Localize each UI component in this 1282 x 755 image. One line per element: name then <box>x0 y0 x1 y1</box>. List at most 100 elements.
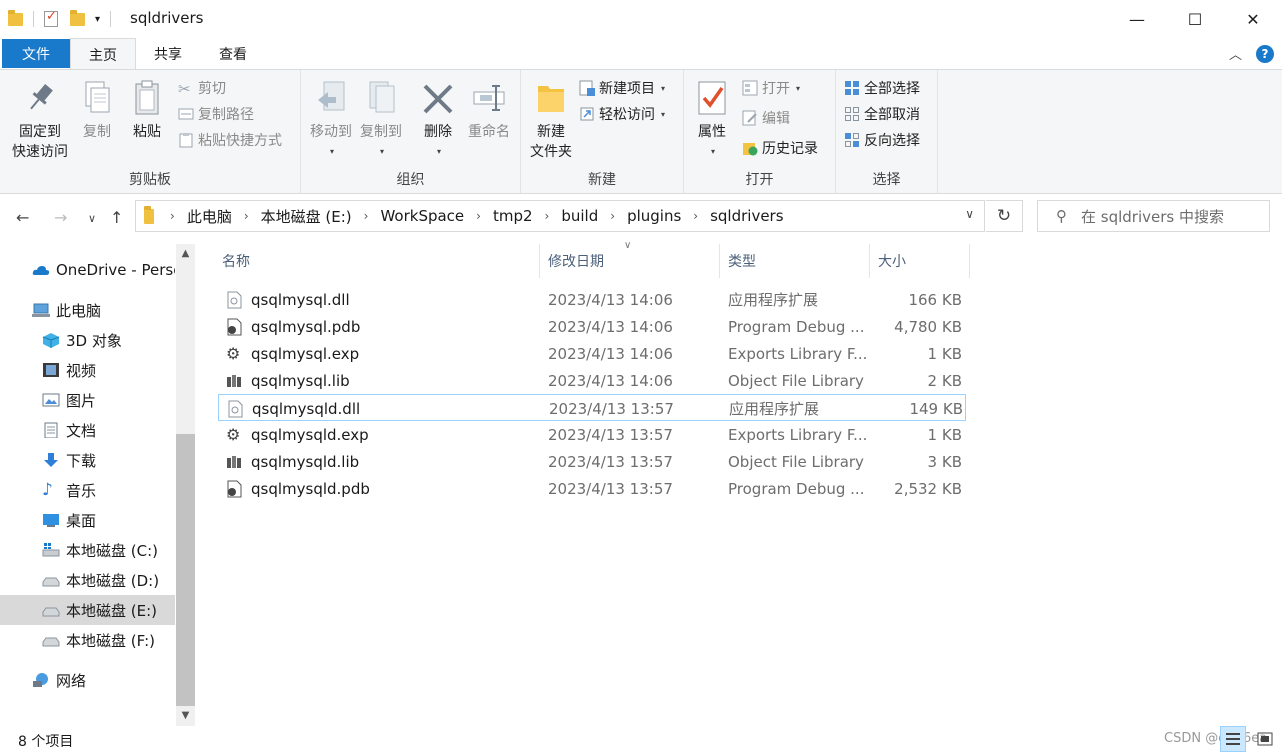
new-folder-button[interactable]: 新建 文件夹 <box>525 78 577 162</box>
help-icon[interactable]: ? <box>1256 44 1274 63</box>
file-type: Exports Library F... <box>728 425 868 444</box>
minimize-button[interactable]: — <box>1108 0 1166 38</box>
delete-button[interactable]: 删除 ▾ <box>413 78 463 162</box>
nav-item-videos[interactable]: 视频 <box>0 355 175 385</box>
open-button[interactable]: 打开 ▾ <box>742 77 800 99</box>
title-bar: ▾ sqldrivers — ☐ ✕ <box>0 0 1282 38</box>
cut-button[interactable]: ✂ 剪切 <box>178 77 226 99</box>
nav-item-onedrive[interactable]: OneDrive - Personal <box>0 255 175 285</box>
nav-item-music[interactable]: ♪ 音乐 <box>0 475 175 505</box>
nav-item-3d-objects[interactable]: 3D 对象 <box>0 325 175 355</box>
breadcrumb-workspace[interactable]: WorkSpace <box>380 207 464 225</box>
table-row[interactable]: qsqlmysqld.lib 2023/4/13 13:57 Object Fi… <box>218 448 966 475</box>
new-folder-icon[interactable] <box>70 9 85 26</box>
address-history-chevron-icon[interactable]: ∨ <box>965 207 974 221</box>
properties-icon[interactable] <box>44 9 58 27</box>
column-header-size[interactable]: 大小 <box>870 244 970 278</box>
file-name: qsqlmysqld.lib <box>251 452 360 471</box>
column-header-name[interactable]: 名称 <box>214 244 540 278</box>
paste-button[interactable]: 粘贴 <box>124 78 170 142</box>
details-view-button[interactable] <box>1220 726 1246 752</box>
maximize-button[interactable]: ☐ <box>1166 0 1224 38</box>
file-type: 应用程序扩展 <box>729 400 820 418</box>
breadcrumb-build[interactable]: build <box>561 207 598 225</box>
select-none-button[interactable]: 全部取消 <box>844 103 920 125</box>
new-item-icon <box>579 80 595 96</box>
easy-access-button[interactable]: 轻松访问 ▾ <box>579 103 665 125</box>
tab-view[interactable]: 查看 <box>203 38 263 69</box>
pin-quick-access-button[interactable]: 固定到 快速访问 <box>8 78 72 162</box>
file-date: 2023/4/13 14:06 <box>548 317 673 336</box>
customize-toolbar-dropdown-icon[interactable]: ▾ <box>95 14 100 25</box>
large-icons-view-button[interactable] <box>1252 726 1278 752</box>
table-row[interactable]: ⚙ qsqlmysqld.exp 2023/4/13 13:57 Exports … <box>218 421 966 448</box>
breadcrumb-this-pc[interactable]: 此电脑 <box>187 206 232 227</box>
edit-button[interactable]: 编辑 <box>742 107 790 129</box>
nav-pane-scrollbar[interactable]: ▲ ▼ <box>176 244 195 726</box>
nav-item-drive-d[interactable]: 本地磁盘 (D:) <box>0 565 175 595</box>
column-header-type[interactable]: 类型 <box>720 244 870 278</box>
copy-to-button[interactable]: 复制到 ▾ <box>355 78 407 162</box>
pictures-icon <box>42 392 60 408</box>
tab-home[interactable]: 主页 <box>70 38 136 70</box>
drive-icon <box>42 572 60 588</box>
history-button[interactable]: 历史记录 <box>742 137 818 159</box>
nav-item-downloads[interactable]: 下载 <box>0 445 175 475</box>
nav-item-drive-c[interactable]: 本地磁盘 (C:) <box>0 535 175 565</box>
breadcrumb-drive-e[interactable]: 本地磁盘 (E:) <box>261 206 352 227</box>
copy-path-icon <box>178 106 194 122</box>
recent-locations-chevron-icon[interactable]: ∨ <box>88 212 96 225</box>
table-row[interactable]: qsqlmysql.lib 2023/4/13 14:06 Object Fil… <box>218 367 966 394</box>
navigation-bar: ← → ∨ ↑ › 此电脑 › 本地磁盘 (E:) › WorkSpace › … <box>0 194 1282 244</box>
clipboard-group-label: 剪贴板 <box>129 172 171 188</box>
tab-share[interactable]: 共享 <box>138 38 198 69</box>
nav-item-drive-f[interactable]: 本地磁盘 (F:) <box>0 625 175 655</box>
address-bar[interactable]: › 此电脑 › 本地磁盘 (E:) › WorkSpace › tmp2 › b… <box>135 200 985 232</box>
new-item-button[interactable]: 新建项目 ▾ <box>579 77 665 99</box>
select-all-button[interactable]: 全部选择 <box>844 77 920 99</box>
new-group: 新建 文件夹 新建项目 ▾ 轻松访问 ▾ 新建 <box>521 70 684 193</box>
close-button[interactable]: ✕ <box>1224 0 1282 38</box>
scroll-down-arrow-icon[interactable]: ▼ <box>176 706 195 724</box>
copy-button[interactable]: 复制 <box>74 78 120 142</box>
scrollbar-thumb[interactable] <box>176 434 195 706</box>
back-arrow-icon[interactable]: ← <box>16 208 29 227</box>
move-to-icon <box>314 78 348 118</box>
table-row[interactable]: qsqlmysqld.pdb 2023/4/13 13:57 Program D… <box>218 475 966 502</box>
search-box[interactable]: ⚲ 在 sqldrivers 中搜索 <box>1037 200 1270 232</box>
breadcrumb-sqldrivers[interactable]: sqldrivers <box>710 207 783 225</box>
nav-item-documents[interactable]: 文档 <box>0 415 175 445</box>
refresh-icon[interactable]: ↻ <box>986 200 1023 232</box>
move-to-button[interactable]: 移动到 ▾ <box>305 78 357 162</box>
nav-item-this-pc[interactable]: 此电脑 <box>0 295 175 325</box>
properties-button[interactable]: 属性 ▾ <box>688 78 736 162</box>
invert-selection-button[interactable]: 反向选择 <box>844 129 920 151</box>
breadcrumb-plugins[interactable]: plugins <box>627 207 681 225</box>
search-input[interactable]: 在 sqldrivers 中搜索 <box>1081 206 1224 227</box>
file-date: 2023/4/13 13:57 <box>549 399 674 418</box>
navigation-pane: OneDrive - Personal 此电脑 3D 对象 视频 图片 文档 下… <box>0 244 196 726</box>
drive-icon <box>42 602 60 618</box>
desktop-icon <box>42 512 60 528</box>
nav-item-drive-e[interactable]: 本地磁盘 (E:) <box>0 595 175 625</box>
status-bar: 8 个项目 CSDN @qq56ea <box>0 726 1282 755</box>
paste-shortcut-button[interactable]: 粘贴快捷方式 <box>178 129 282 151</box>
nav-item-pictures[interactable]: 图片 <box>0 385 175 415</box>
table-row[interactable]: qsqlmysqld.dll 2023/4/13 13:57 应用程序扩展 14… <box>218 394 966 421</box>
breadcrumb-tmp2[interactable]: tmp2 <box>493 207 533 225</box>
copy-to-icon <box>364 78 398 118</box>
tab-file[interactable]: 文件 <box>2 39 70 68</box>
forward-arrow-icon[interactable]: → <box>54 208 67 227</box>
nav-item-desktop[interactable]: 桌面 <box>0 505 175 535</box>
nav-item-network[interactable]: 网络 <box>0 665 175 695</box>
file-name: qsqlmysqld.pdb <box>251 479 370 498</box>
collapse-ribbon-icon[interactable]: ︿ <box>1229 44 1242 63</box>
table-row[interactable]: qsqlmysql.dll 2023/4/13 14:06 应用程序扩展 166… <box>218 286 966 313</box>
table-row[interactable]: ⚙ qsqlmysql.exp 2023/4/13 14:06 Exports L… <box>218 340 966 367</box>
up-arrow-icon[interactable]: ↑ <box>110 208 123 227</box>
copy-path-button[interactable]: 复制路径 <box>178 103 254 125</box>
video-icon <box>42 362 60 378</box>
table-row[interactable]: qsqlmysql.pdb 2023/4/13 14:06 Program De… <box>218 313 966 340</box>
rename-button[interactable]: 重命名 <box>461 78 517 142</box>
scroll-up-arrow-icon[interactable]: ▲ <box>176 244 195 262</box>
